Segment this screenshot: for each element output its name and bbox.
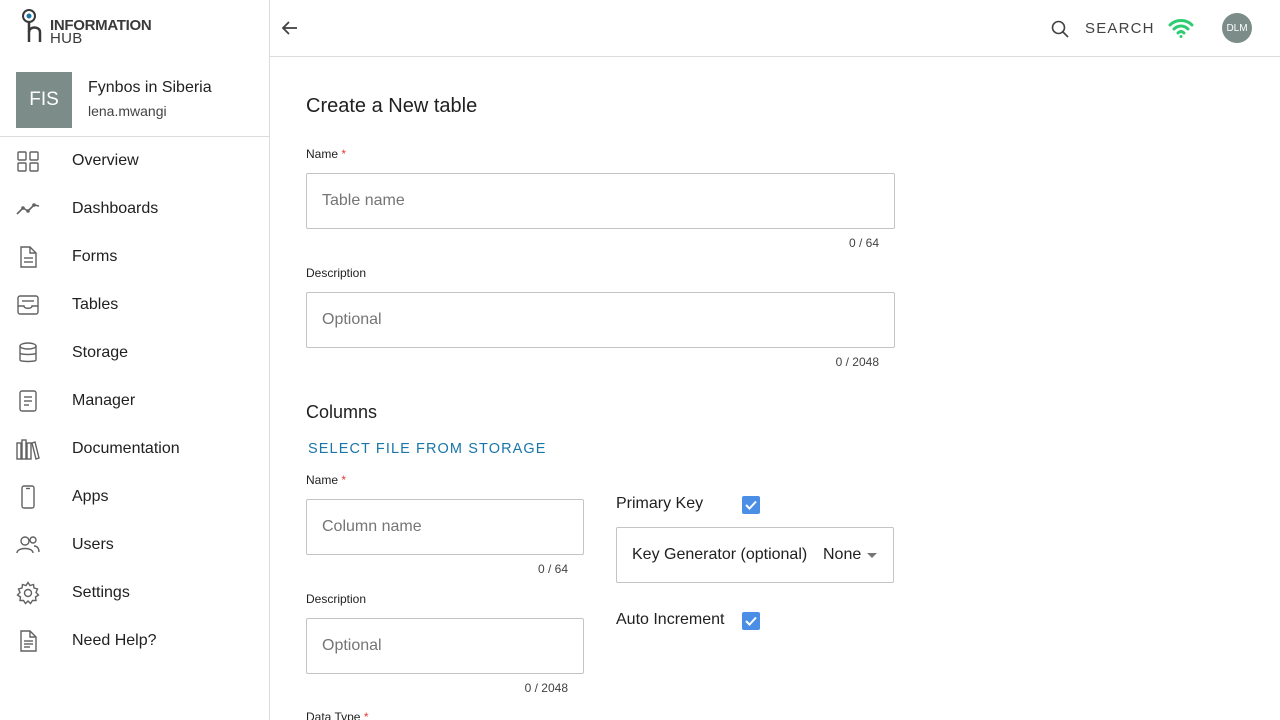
sidebar-item-apps[interactable]: Apps	[0, 473, 269, 521]
sidebar-item-documentation[interactable]: Documentation	[0, 425, 269, 473]
information-hub-logo[interactable]: INFORMATION HUB	[20, 8, 160, 48]
auto-increment-label: Auto Increment	[616, 611, 725, 628]
search-icon[interactable]	[1050, 19, 1070, 39]
account-avatar: FIS	[16, 72, 72, 128]
trend-line-icon	[16, 197, 40, 221]
top-bar: SEARCH DLM	[270, 0, 1280, 57]
account-header[interactable]: FIS Fynbos in Siberia lena.mwangi	[0, 72, 269, 137]
primary-key-checkbox[interactable]	[742, 496, 760, 514]
checkmark-icon	[745, 616, 757, 626]
table-description-input[interactable]	[307, 293, 894, 347]
sidebar-item-label: Storage	[72, 344, 129, 361]
sidebar-item-label: Settings	[72, 584, 130, 601]
inbox-tray-icon	[16, 293, 40, 317]
column-description-field[interactable]	[306, 618, 584, 674]
column-description-counter: 0 / 2048	[524, 681, 568, 695]
search-button[interactable]: SEARCH	[1085, 20, 1155, 37]
page-title: Create a New table	[306, 95, 478, 117]
column-name-field[interactable]	[306, 499, 584, 555]
sidebar-item-label: Tables	[72, 296, 119, 313]
key-generator-value: None	[823, 546, 862, 563]
data-type-label: Data Type *	[306, 710, 369, 720]
key-generator-label: Key Generator (optional)	[632, 546, 808, 563]
books-icon	[16, 437, 40, 461]
sidebar-item-label: Manager	[72, 392, 136, 409]
column-name-label-text: Name	[306, 473, 339, 487]
sidebar-item-label: Forms	[72, 248, 118, 265]
grid-icon	[16, 149, 40, 173]
users-icon	[16, 533, 40, 557]
smartphone-icon	[16, 485, 40, 509]
sidebar-item-users[interactable]: Users	[0, 521, 269, 569]
required-mark: *	[363, 710, 369, 720]
logo-text-hub: HUB	[50, 30, 83, 47]
table-description-field[interactable]	[306, 292, 895, 348]
sidebar-item-forms[interactable]: Forms	[0, 233, 269, 281]
column-description-label: Description	[306, 592, 367, 606]
sidebar-item-settings[interactable]: Settings	[0, 569, 269, 617]
sidebar-item-label: Need Help?	[72, 632, 157, 649]
sidebar-nav: Overview Dashboards Forms Tables Storage	[0, 137, 269, 665]
table-name-counter: 0 / 64	[848, 236, 879, 250]
sidebar-item-label: Documentation	[72, 440, 180, 457]
sidebar-item-label: Dashboards	[72, 200, 159, 217]
primary-key-label: Primary Key	[616, 495, 704, 512]
back-arrow-icon[interactable]	[278, 16, 302, 40]
sidebar-item-label: Users	[72, 536, 114, 553]
columns-section-title: Columns	[306, 402, 378, 422]
caret-down-icon	[867, 553, 877, 558]
table-name-input[interactable]	[307, 174, 894, 228]
required-mark: *	[341, 147, 347, 161]
sidebar-item-tables[interactable]: Tables	[0, 281, 269, 329]
logo-mark-icon	[22, 9, 42, 42]
key-generator-select[interactable]: Key Generator (optional) None	[616, 527, 894, 583]
sidebar-item-manager[interactable]: Manager	[0, 377, 269, 425]
account-name: Fynbos in Siberia	[88, 79, 212, 96]
column-name-label: Name *	[306, 473, 346, 487]
clipboard-icon	[16, 389, 40, 413]
data-type-label-text: Data Type	[306, 710, 361, 720]
sidebar-item-label: Overview	[72, 152, 139, 169]
required-mark: *	[341, 473, 347, 487]
column-name-input[interactable]	[307, 500, 583, 554]
wifi-icon	[1168, 17, 1194, 39]
sidebar-item-storage[interactable]: Storage	[0, 329, 269, 377]
table-description-counter: 0 / 2048	[835, 355, 879, 369]
select-file-from-storage-button[interactable]: SELECT FILE FROM STORAGE	[308, 441, 547, 457]
sidebar-item-overview[interactable]: Overview	[0, 137, 269, 185]
help-document-icon	[16, 629, 40, 653]
checkmark-icon	[745, 500, 757, 510]
document-icon	[16, 245, 40, 269]
database-icon	[16, 341, 40, 365]
sidebar-item-dashboards[interactable]: Dashboards	[0, 185, 269, 233]
sidebar-item-label: Apps	[72, 488, 109, 505]
user-avatar[interactable]: DLM	[1222, 13, 1252, 43]
column-description-input[interactable]	[307, 619, 583, 673]
sidebar: INFORMATION HUB FIS Fynbos in Siberia le…	[0, 0, 270, 720]
column-name-counter: 0 / 64	[537, 562, 568, 576]
sidebar-item-need-help[interactable]: Need Help?	[0, 617, 269, 665]
table-description-label: Description	[306, 266, 367, 280]
main-content: Create a New table Name * 0 / 64 Descrip…	[306, 57, 1280, 720]
table-name-label: Name *	[306, 147, 346, 161]
table-name-field[interactable]	[306, 173, 895, 229]
gear-icon	[16, 581, 40, 605]
auto-increment-checkbox[interactable]	[742, 612, 760, 630]
table-name-label-text: Name	[306, 147, 339, 161]
account-username: lena.mwangi	[88, 103, 167, 119]
